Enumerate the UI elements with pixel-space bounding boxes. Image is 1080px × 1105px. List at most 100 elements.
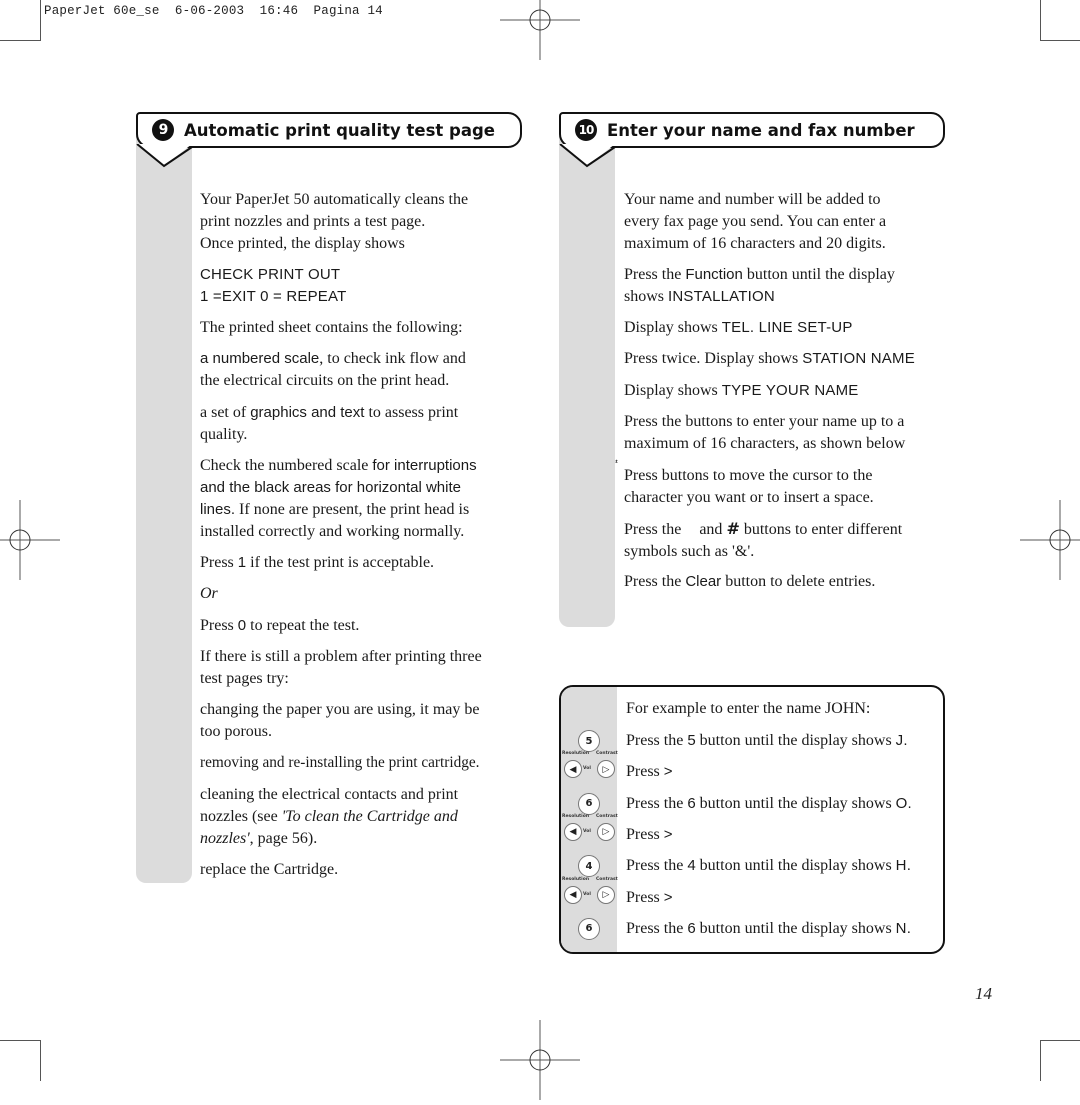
digit-key-icon: 5 [578,730,600,752]
text: , page 56). [249,830,318,847]
display-text: TYPE YOUR NAME [721,382,859,399]
text-line: installed correctly and working normally… [200,523,465,540]
s9-problem: If there is still a problem after printi… [200,646,482,690]
text-line: test pages try: [200,670,289,687]
text: Press twice. Display shows [624,350,803,367]
text: and [699,521,727,538]
contrast-label: Contrast [596,876,618,882]
s9-press-0: Press 0 to repeat the test. [200,615,359,637]
page-number: 14 [975,984,992,1003]
s9-item-numbered-scale: a numbered scale, to check ink flow and … [200,348,466,392]
text-line: character you want or to insert a space. [624,489,874,506]
s10-step-type-name: Display shows TYPE YOUR NAME [624,380,859,402]
contrast-label: Contrast [596,813,618,819]
text: Press the [624,266,686,283]
text: Press the [624,521,686,538]
text: button until the display shows [695,794,896,812]
right-arrow-key-icon: ▷ [597,822,615,841]
crop-mark-bottom-left [0,1040,41,1081]
section-9-title: Automatic print quality test page [184,120,495,140]
display-text: INSTALLATION [668,288,775,305]
left-arrow-key-icon: ◀ [564,885,582,904]
section-10-side-rail [559,132,615,627]
key-ref: 6 [687,794,696,812]
text: Press the [626,794,688,812]
s10-step-symbols: Press the and # buttons to enter differe… [624,518,902,563]
section-10-title: Enter your name and fax number [607,120,915,140]
cross-reference[interactable]: 'To clean the Cartridge and [282,808,458,825]
text: Press the [626,732,688,749]
step-number-badge: 10 [575,119,597,141]
text-line: maximum of 16 characters, as shown below [624,435,906,452]
s9-try-paper: changing the paper you are using, it may… [200,699,479,743]
resolution-label: Resolution [562,813,590,819]
digit-key-icon: 6 [578,792,600,815]
header-pointer [559,144,616,168]
resolution-label: Resolution [562,876,590,882]
display-text: H. [895,857,912,875]
s9-try-reinstall: removing and re-installing the print car… [200,754,480,771]
resolution-label: Resolution [562,751,590,757]
key-ref: 4 [687,857,696,875]
example-step: Press > [626,824,673,846]
text: button until the display [742,266,895,283]
example-step: Press the 5 button until the display sho… [626,730,908,752]
step-number-badge: 9 [152,119,174,141]
text: If none are present, the print head is [235,501,470,518]
s9-sheet-intro: The printed sheet contains the following… [200,319,463,336]
left-arrow-key-icon: ◀ [564,822,582,841]
section-9-header: 9 Automatic print quality test page [136,112,522,148]
text-line: Once printed, the display shows [200,235,405,252]
example-step: Press > [626,887,673,909]
text-line: maximum of 16 characters and 20 digits. [624,235,886,252]
crop-mark-top-right [1040,0,1080,41]
cross-reference[interactable]: nozzles' [200,830,250,847]
text-line: quality. [200,426,248,443]
s9-try-replace: replace the Cartridge. [200,861,339,878]
text-line: symbols such as '&'. [624,543,755,560]
text: Display shows [624,319,722,336]
s10-step-enter-name: Press the buttons to enter your name up … [624,411,905,455]
text: Press the [624,573,686,590]
text: , to check ink flow and [319,350,466,367]
text: Press [200,617,238,634]
text: for interruptions [372,457,477,474]
registration-mark-right [1020,500,1080,580]
display-line: CHECK PRINT OUT [200,266,341,283]
term: a numbered scale [200,350,320,367]
text-line: Press buttons to move the cursor to the [624,467,873,484]
key-ref: Function [685,266,743,283]
display-text: TEL. LINE SET-UP [721,319,853,336]
registration-mark-left [0,500,60,580]
example-box-john [559,685,945,954]
example-step: Press the 6 button until the display sho… [626,793,912,815]
vol-label: Vol [583,828,591,834]
cursor-keys-icon: Resolution Contrast ◀ Vol ▷ [562,751,618,785]
text-line: Your PaperJet 50 automatically cleans th… [200,191,469,208]
header-pointer [136,144,193,168]
s9-press-1: Press 1 if the test print is acceptable. [200,552,434,574]
s10-step-station-name: Press twice. Display shows STATION NAME [624,348,915,370]
section-9-side-rail [136,132,192,883]
text: Check the numbered scale [200,457,373,474]
s10-step-clear: Press the Clear button to delete entries… [624,571,875,593]
section-10-header: 10 Enter your name and fax number [559,112,945,148]
left-arrow-key-icon: ◀ [564,760,582,779]
crop-mark-top-left [0,0,41,41]
text: Press [200,554,238,571]
key-ref: > [663,888,673,906]
text: Press the [626,857,688,875]
registration-mark-top [500,0,580,60]
registration-mark-bottom [500,1020,580,1100]
s9-display-readout: CHECK PRINT OUT 1 =EXIT 0 = REPEAT [200,264,346,308]
text: if the test print is acceptable. [246,554,435,571]
text: nozzles (see [200,808,282,825]
display-text: J. [895,732,908,749]
text: a set of [200,404,251,421]
text-line: the electrical circuits on the print hea… [200,372,450,389]
key-ref: > [663,763,673,781]
text: Press [626,763,664,781]
key-ref: > [663,825,673,843]
example-step: Press the 6 button until the display sho… [626,918,911,940]
example-step: Press the 4 button until the display sho… [626,855,911,877]
